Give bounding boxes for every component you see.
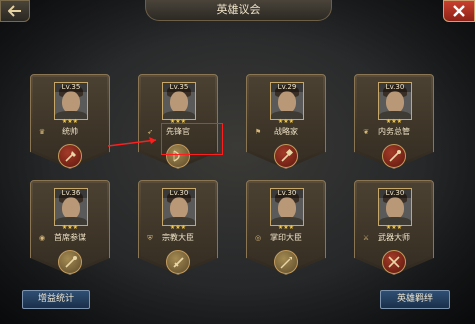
hero-portrait[interactable]: Lv.35 bbox=[162, 82, 196, 120]
star-rating: ★★★ bbox=[385, 118, 403, 125]
hero-level: Lv.36 bbox=[55, 189, 87, 198]
hero-portrait[interactable]: Lv.30 bbox=[378, 188, 412, 226]
role-label: 统帅 bbox=[62, 127, 78, 136]
role-row: ❦ 内务总管 bbox=[358, 126, 430, 138]
eye-icon: ◉ bbox=[38, 234, 46, 242]
hero-level: Lv.35 bbox=[163, 83, 195, 92]
star-rating: ★★★ bbox=[61, 224, 79, 231]
close-icon bbox=[453, 5, 465, 17]
role-row: ⚑ 战略家 bbox=[250, 126, 322, 138]
hero-bond-button[interactable]: 英雄羁绊 bbox=[380, 290, 450, 309]
hero-card[interactable]: Lv.30 ★★★ ⚔ 武器大师 bbox=[354, 180, 434, 275]
hero-portrait[interactable]: Lv.35 bbox=[54, 82, 88, 120]
hero-portrait[interactable]: Lv.30 bbox=[270, 188, 304, 226]
hero-portrait[interactable]: Lv.29 bbox=[270, 82, 304, 120]
role-row: ◎ 掌印大臣 bbox=[250, 232, 322, 244]
skill-button[interactable] bbox=[274, 250, 298, 274]
crown-icon: ♛ bbox=[38, 128, 46, 136]
hero-level: Lv.30 bbox=[163, 189, 195, 198]
role-row: ♛ 统帅 bbox=[34, 126, 106, 138]
hero-card[interactable]: Lv.36 ★★★ ◉ 首席参谋 bbox=[30, 180, 110, 275]
page-title: 英雄议会 bbox=[145, 0, 332, 21]
skill-button[interactable] bbox=[166, 250, 190, 274]
hero-portrait[interactable]: Lv.30 bbox=[162, 188, 196, 226]
arrow-icon: ➶ bbox=[147, 128, 153, 136]
ring-icon: ◎ bbox=[254, 234, 262, 242]
hero-level: Lv.30 bbox=[271, 189, 303, 198]
skill-button[interactable] bbox=[382, 250, 406, 274]
skill-button[interactable] bbox=[58, 144, 82, 168]
hero-card[interactable]: Lv.29 ★★★ ⚑ 战略家 bbox=[246, 74, 326, 169]
role-row: ⛨ 宗教大臣 bbox=[142, 232, 214, 244]
hero-portrait[interactable]: Lv.30 bbox=[378, 82, 412, 120]
hero-portrait[interactable]: Lv.36 bbox=[54, 188, 88, 226]
star-rating: ★★★ bbox=[277, 224, 295, 231]
hero-level: Lv.30 bbox=[379, 83, 411, 92]
shield-icon: ⛨ bbox=[147, 234, 153, 242]
close-button[interactable] bbox=[443, 0, 475, 22]
star-rating: ★★★ bbox=[61, 118, 79, 125]
skill-button[interactable] bbox=[58, 250, 82, 274]
role-label: 宗教大臣 bbox=[162, 233, 194, 242]
role-row: ⚔ 武器大师 bbox=[358, 232, 430, 244]
buff-stats-button[interactable]: 增益统计 bbox=[22, 290, 90, 309]
skill-button[interactable] bbox=[274, 144, 298, 168]
annotation-arrow-icon bbox=[107, 137, 157, 147]
flag-icon: ⚑ bbox=[254, 128, 262, 136]
role-label: 武器大师 bbox=[378, 233, 410, 242]
highlight-box bbox=[161, 123, 223, 155]
star-rating: ★★★ bbox=[277, 118, 295, 125]
role-label: 掌印大臣 bbox=[270, 233, 302, 242]
skill-button[interactable] bbox=[382, 144, 406, 168]
laurel-icon: ❦ bbox=[363, 128, 369, 136]
role-label: 首席参谋 bbox=[54, 233, 86, 242]
back-button[interactable] bbox=[0, 0, 30, 22]
back-arrow-icon bbox=[8, 5, 21, 17]
role-label: 内务总管 bbox=[378, 127, 410, 136]
star-rating: ★★★ bbox=[385, 224, 403, 231]
crossed-swords-icon: ⚔ bbox=[362, 234, 370, 242]
hero-level: Lv.35 bbox=[55, 83, 87, 92]
hero-level: Lv.30 bbox=[379, 189, 411, 198]
hero-level: Lv.29 bbox=[271, 83, 303, 92]
role-row: ◉ 首席参谋 bbox=[34, 232, 106, 244]
hero-card[interactable]: Lv.30 ★★★ ⛨ 宗教大臣 bbox=[138, 180, 218, 275]
hero-card[interactable]: Lv.30 ★★★ ◎ 掌印大臣 bbox=[246, 180, 326, 275]
hero-card[interactable]: Lv.35 ★★★ ♛ 统帅 bbox=[30, 74, 110, 169]
role-label: 战略家 bbox=[274, 127, 298, 136]
star-rating: ★★★ bbox=[169, 224, 187, 231]
hero-card[interactable]: Lv.30 ★★★ ❦ 内务总管 bbox=[354, 74, 434, 169]
